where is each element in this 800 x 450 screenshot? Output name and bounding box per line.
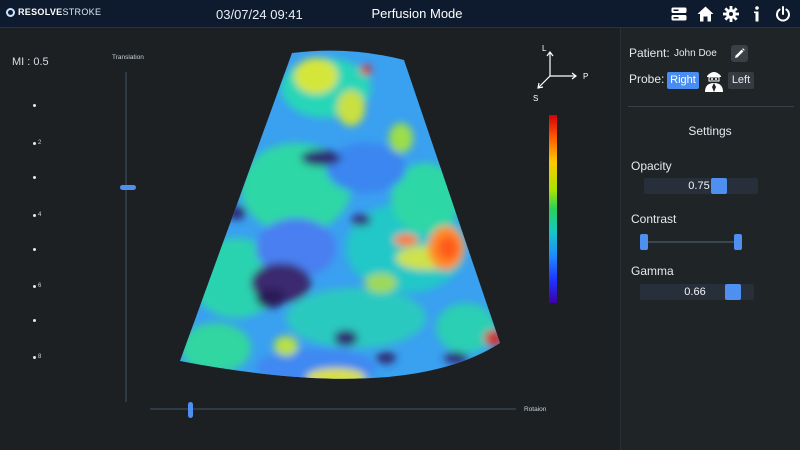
axis-label-l: L xyxy=(542,44,547,53)
depth-tick xyxy=(33,104,38,107)
server-icon[interactable] xyxy=(670,5,688,23)
probe-left-button[interactable]: Left xyxy=(728,72,754,89)
orientation-axes-icon: L P S xyxy=(533,44,588,103)
depth-tick: 8 xyxy=(33,354,41,360)
perfusion-color-scale xyxy=(549,115,557,303)
patient-name: John Doe xyxy=(674,48,717,59)
depth-tick xyxy=(33,248,38,251)
depth-tick: 2 xyxy=(33,140,41,146)
gamma-label: Gamma xyxy=(631,264,674,278)
power-icon[interactable] xyxy=(774,5,792,23)
rotation-slider-track[interactable] xyxy=(150,408,516,410)
opacity-slider[interactable]: 0.75 xyxy=(644,178,758,194)
contrast-range-max-thumb[interactable] xyxy=(734,234,742,250)
mi-readout: MI : 0.5 xyxy=(12,56,49,68)
depth-tick xyxy=(33,319,38,322)
probe-label: Probe: xyxy=(629,72,665,86)
patient-label: Patient: xyxy=(629,46,670,60)
depth-tick: 6 xyxy=(33,283,41,289)
depth-tick: 4 xyxy=(33,212,41,218)
top-bar: RESOLVE STROKE 03/07/24 09:41 Perfusion M… xyxy=(0,0,800,28)
opacity-slider-thumb[interactable] xyxy=(711,178,727,194)
translation-slider-track[interactable] xyxy=(125,72,127,402)
perfusion-scan-image xyxy=(180,50,500,379)
home-icon[interactable] xyxy=(696,5,714,23)
info-icon[interactable] xyxy=(748,5,766,23)
gear-icon[interactable] xyxy=(722,5,740,23)
gamma-slider[interactable]: 0.66 xyxy=(640,284,754,300)
pencil-icon xyxy=(735,48,745,58)
contrast-label: Contrast xyxy=(631,212,677,226)
opacity-value: 0.75 xyxy=(688,180,710,192)
translation-label: Translation xyxy=(112,54,144,61)
probe-right-button[interactable]: Right xyxy=(667,72,699,89)
patient-head-icon xyxy=(705,72,723,92)
translation-slider-thumb[interactable] xyxy=(120,185,136,190)
edit-patient-button[interactable] xyxy=(731,45,748,62)
rotation-slider-thumb[interactable] xyxy=(188,402,193,418)
contrast-range-track[interactable] xyxy=(644,241,740,243)
settings-title: Settings xyxy=(688,124,732,138)
axis-label-s: S xyxy=(533,94,538,103)
depth-tick xyxy=(33,176,38,179)
axis-label-p: P xyxy=(583,72,588,81)
contrast-range-min-thumb[interactable] xyxy=(640,234,648,250)
opacity-label: Opacity xyxy=(631,159,672,173)
divider xyxy=(628,106,794,107)
gamma-slider-thumb[interactable] xyxy=(725,284,741,300)
rotation-label: Rotaion xyxy=(524,406,547,413)
